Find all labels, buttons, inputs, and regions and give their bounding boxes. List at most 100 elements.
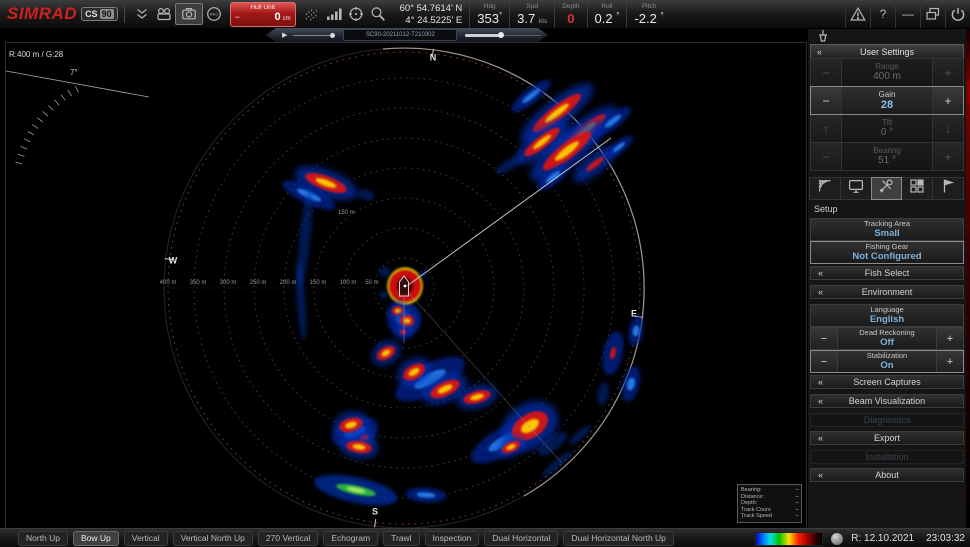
view-tab-vertical[interactable]: Vertical <box>123 531 168 546</box>
user-settings-title: User Settings <box>859 46 915 57</box>
user-settings-header[interactable]: « User Settings <box>810 44 964 59</box>
setup-item-screen-captures[interactable]: « Screen Captures <box>810 375 964 389</box>
stepper-value: 51 ° <box>878 155 896 167</box>
chevron-double-down-icon[interactable] <box>131 4 153 24</box>
view-tab-270-vertical[interactable]: 270 Vertical <box>257 531 319 546</box>
info-box-value: -- <box>795 513 799 520</box>
decrease-button: − <box>811 143 842 170</box>
replay-progress-slider[interactable] <box>465 34 541 37</box>
target-info-box: Bearing: -- Distance: -- Depth: -- Track Cours… <box>737 484 802 523</box>
view-tab-north-up[interactable]: North Up <box>18 531 69 546</box>
range-ring-label: 200 m <box>279 280 297 286</box>
echo <box>628 316 644 346</box>
setup-item-tracking-area[interactable]: Tracking Area Small <box>810 218 964 241</box>
echo <box>379 291 389 299</box>
increase-button[interactable]: + <box>932 87 963 114</box>
setup-item-fish-select[interactable]: « Fish Select <box>810 266 964 280</box>
compass-north-label: N <box>429 52 437 63</box>
vessel-center-marker <box>403 284 407 288</box>
view-tab-vertical-north-up[interactable]: Vertical North Up <box>172 531 253 546</box>
color-palette-bar <box>755 531 824 546</box>
windows-icon[interactable] <box>920 0 945 28</box>
setup-item-label: Installation <box>865 451 909 462</box>
hull-unit-decrease-button[interactable]: − <box>235 12 240 22</box>
tab-tools[interactable] <box>870 177 903 200</box>
echo <box>314 474 398 506</box>
tab-modules[interactable] <box>901 177 934 200</box>
setup-item-label: Tracking Area <box>864 219 910 229</box>
setup-item-value: Small <box>874 228 900 240</box>
sonar-display[interactable]: R:400 m / G:28 7° N E S W 400 m 350 m 300 … <box>5 42 807 530</box>
setup-item-content: Environment <box>811 286 963 298</box>
setup-item-beam-visualization[interactable]: « Beam Visualization <box>810 394 964 408</box>
warning-icon[interactable] <box>845 0 870 28</box>
setup-item-content: Stabilization On <box>838 351 936 372</box>
help-button[interactable]: ? <box>870 0 895 28</box>
decrease-button[interactable]: − <box>811 351 838 372</box>
increase-button[interactable]: + <box>936 351 963 372</box>
roll-readout: Roll 0.2 ° <box>586 0 627 28</box>
bottom-bar: North Up Bow Up Vertical Vertical North Up 2… <box>0 528 970 547</box>
info-box-value: -- <box>795 493 799 500</box>
increase-button[interactable]: + <box>936 328 963 349</box>
expand-chevron-icon: « <box>818 433 824 443</box>
power-icon[interactable] <box>945 0 970 28</box>
view-tab-echogram[interactable]: Echogram <box>323 531 379 546</box>
hull-unit-panel[interactable]: Hull Unit − 0 cm <box>229 1 296 27</box>
stepper-range: − Range 400 m + <box>810 58 964 87</box>
view-tab-dual-horizontal[interactable]: Dual Horizontal <box>484 531 559 546</box>
setup-item-label: Environment <box>861 286 913 297</box>
setup-item-label: Screen Captures <box>853 376 921 387</box>
replay-speed-slider[interactable] <box>293 35 333 36</box>
tools-icon <box>878 178 894 199</box>
setup-item-export[interactable]: « Export <box>810 431 964 445</box>
info-box-label: Track Speed <box>741 513 772 520</box>
magnifier-icon[interactable] <box>367 4 389 24</box>
view-tab-dual-horizontal-north-up[interactable]: Dual Horizontal North Up <box>563 531 674 546</box>
setup-item-content: Installation <box>811 451 963 463</box>
range-ring-label: 300 m <box>219 280 237 286</box>
setup-item-fishing-gear[interactable]: Fishing Gear Not Configured <box>810 241 964 264</box>
increase-button: ↓ <box>932 115 963 142</box>
target-icon[interactable] <box>345 4 367 24</box>
status-led <box>831 532 844 545</box>
setup-item-content: Beam Visualization <box>811 395 963 407</box>
photo-camera-icon[interactable] <box>174 3 203 25</box>
view-tab-bow-up[interactable]: Bow Up <box>73 531 119 546</box>
svg-text:REC: REC <box>209 12 218 17</box>
stepper-gain[interactable]: − Gain 28 + <box>810 86 964 115</box>
setup-item-label: Export <box>873 432 900 443</box>
view-tab-inspection[interactable]: Inspection <box>424 531 480 546</box>
setup-item-content: Fish Select <box>811 267 963 279</box>
sonar-echoes <box>282 80 644 506</box>
sonar-canvas[interactable] <box>6 43 806 529</box>
decrease-button[interactable]: − <box>811 328 838 349</box>
decrease-button[interactable]: − <box>811 87 842 114</box>
setup-item-stabilization[interactable]: − Stabilization On + <box>810 350 964 373</box>
video-camera-icon[interactable] <box>153 4 175 24</box>
setup-item-content: Tracking Area Small <box>811 219 963 240</box>
play-button[interactable]: ▶ <box>282 32 287 39</box>
setup-item-language[interactable]: Language English <box>810 304 964 327</box>
transmission-icon[interactable] <box>301 4 323 24</box>
tab-flag[interactable] <box>932 177 964 200</box>
replay-file-name[interactable]: SC90-20211012-T210302 <box>343 29 457 41</box>
view-tab-trawl[interactable]: Trawl <box>383 531 420 546</box>
record-icon[interactable]: REC <box>203 4 225 24</box>
stepper-label: Range <box>875 62 899 72</box>
setup-item-dead-reckoning[interactable]: − Dead Reckoning Off + <box>810 327 964 350</box>
signal-bars-icon[interactable] <box>323 4 345 24</box>
minimize-button[interactable]: — <box>895 0 920 28</box>
info-box-row: Bearing: -- <box>741 487 799 494</box>
tab-sonar-beam[interactable] <box>809 177 841 200</box>
setup-item-environment[interactable]: « Environment <box>810 285 964 299</box>
intensity-scale-strip <box>966 28 970 528</box>
setup-item-content: Export <box>811 432 963 444</box>
replay-date: R: 12.10.2021 <box>851 533 915 544</box>
hull-unit-value: 0 <box>274 10 281 23</box>
tab-display[interactable] <box>839 177 872 200</box>
setup-item-about[interactable]: « About <box>810 468 964 482</box>
compass-east-label: E <box>630 308 638 319</box>
info-box-value: -- <box>795 487 799 494</box>
modules-icon <box>909 178 925 199</box>
